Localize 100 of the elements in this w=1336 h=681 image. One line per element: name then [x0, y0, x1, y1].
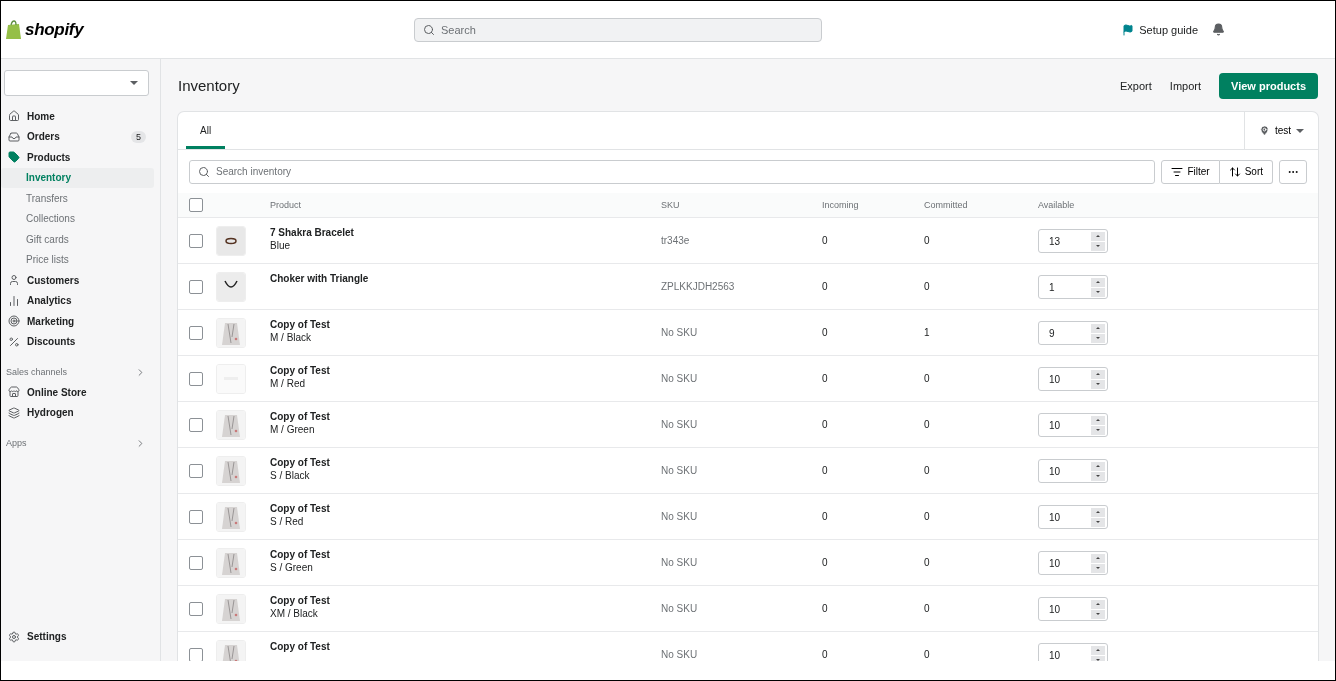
- search-field[interactable]: Search: [414, 17, 822, 42]
- available-input[interactable]: 10: [1038, 413, 1108, 437]
- product-name[interactable]: Copy of Test: [270, 319, 661, 330]
- tag-icon: [8, 151, 20, 164]
- nav-item[interactable]: Analytics: [1, 290, 154, 311]
- column-header: Available: [1038, 200, 1076, 210]
- column-header: SKU: [661, 200, 681, 210]
- variant-name: S / Black: [270, 470, 311, 481]
- product-name[interactable]: Copy of Test: [270, 365, 661, 376]
- setup-guide-link[interactable]: Setup guide: [1122, 23, 1198, 36]
- committed-cell-text: 0: [924, 602, 931, 614]
- tab[interactable]: All: [186, 112, 226, 149]
- available-input[interactable]: 1: [1038, 275, 1108, 299]
- sku-cell-text: No SKU: [661, 648, 699, 660]
- product-name[interactable]: 7 Shakra Bracelet: [270, 227, 661, 238]
- row-checkbox[interactable]: [189, 555, 203, 570]
- product-name[interactable]: Copy of Test: [270, 595, 661, 606]
- available-input[interactable]: 10: [1038, 643, 1108, 661]
- nav-item[interactable]: Products: [1, 147, 154, 168]
- committed-cell-text: 1: [924, 326, 931, 338]
- filter-button[interactable]: Filter: [1161, 159, 1220, 184]
- view-products-button[interactable]: View products: [1219, 72, 1318, 99]
- nav-subitem[interactable]: Transfers: [1, 188, 154, 209]
- incoming-cell-text: 0: [822, 280, 829, 292]
- product-name[interactable]: Choker with Triangle: [270, 273, 661, 284]
- pin-icon: [1258, 125, 1270, 136]
- variant-name: S / Red: [270, 516, 305, 527]
- select-all-checkbox[interactable]: [189, 198, 203, 212]
- row-checkbox[interactable]: [189, 417, 203, 432]
- committed-cell-text: 0: [924, 234, 931, 246]
- nav-item[interactable]: Orders 5: [1, 126, 154, 147]
- row-checkbox[interactable]: [189, 463, 203, 478]
- sort-button[interactable]: Sort: [1219, 159, 1273, 184]
- settings-item[interactable]: Settings: [1, 626, 154, 647]
- row-checkbox[interactable]: [189, 279, 203, 294]
- count-badge: 5: [131, 130, 146, 143]
- row-checkbox[interactable]: [189, 371, 203, 386]
- action-button[interactable]: Import: [1165, 73, 1205, 98]
- row-checkbox[interactable]: [189, 325, 203, 340]
- available-input[interactable]: 10: [1038, 505, 1108, 529]
- available-input[interactable]: 10: [1038, 367, 1108, 391]
- nav-item[interactable]: Discounts: [1, 331, 154, 352]
- page-title: Inventory: [178, 77, 240, 94]
- incoming-cell-text: 0: [822, 234, 829, 246]
- nav-item[interactable]: Marketing: [1, 311, 154, 332]
- home-icon: [8, 110, 20, 123]
- incoming-cell-text: 0: [822, 556, 829, 568]
- sku-cell-text: No SKU: [661, 510, 699, 522]
- more-button[interactable]: [1279, 159, 1307, 184]
- available-input[interactable]: 13: [1038, 229, 1108, 253]
- nav-subitem[interactable]: Price lists: [1, 249, 154, 270]
- sku-cell-text: ZPLKKJDH2563: [661, 280, 736, 292]
- incoming-cell-text: 0: [822, 464, 829, 476]
- committed-cell-text: 0: [924, 648, 931, 660]
- row-checkbox[interactable]: [189, 601, 203, 616]
- nav-subitem[interactable]: Gift cards: [1, 229, 154, 250]
- target-icon: [8, 315, 20, 328]
- action-button[interactable]: Export: [1116, 73, 1156, 98]
- product-name[interactable]: Copy of Test: [270, 549, 661, 560]
- flag-icon: [1122, 23, 1135, 36]
- product-name[interactable]: Copy of Test: [270, 411, 661, 422]
- search-icon: [198, 165, 210, 178]
- notifications-icon[interactable]: [1212, 23, 1225, 36]
- location-select[interactable]: test: [1243, 112, 1318, 149]
- sku-cell-text: No SKU: [661, 326, 699, 338]
- committed-cell-text: 0: [924, 464, 931, 476]
- sku-cell-text: No SKU: [661, 464, 699, 476]
- available-input[interactable]: 10: [1038, 459, 1108, 483]
- available-input[interactable]: 10: [1038, 597, 1108, 621]
- orders-icon: [8, 130, 20, 143]
- nav-item[interactable]: Online Store: [1, 382, 154, 403]
- incoming-cell-text: 0: [822, 326, 829, 338]
- nav-item[interactable]: Hydrogen: [1, 402, 154, 423]
- variant-name: M / Green: [270, 424, 316, 435]
- product-name[interactable]: Copy of Test: [270, 457, 661, 468]
- store-select[interactable]: [4, 70, 149, 96]
- nav-subitem[interactable]: Inventory: [1, 167, 154, 188]
- incoming-cell-text: 0: [822, 602, 829, 614]
- committed-cell-text: 0: [924, 510, 931, 522]
- search-field[interactable]: Search inventory: [189, 159, 1156, 184]
- row-checkbox[interactable]: [189, 509, 203, 524]
- nav-subitem[interactable]: Collections: [1, 208, 154, 229]
- row-checkbox[interactable]: [189, 647, 203, 661]
- variant-name: M / Red: [270, 378, 306, 389]
- sku-cell-text: No SKU: [661, 372, 699, 384]
- variant-name: M / Black: [270, 332, 313, 343]
- nav-item[interactable]: Customers: [1, 270, 154, 291]
- product-name[interactable]: Copy of Test: [270, 641, 661, 652]
- logo-text: shopify: [25, 19, 84, 40]
- variant-name: XM / Black: [270, 608, 319, 619]
- sku-cell-text: No SKU: [661, 602, 699, 614]
- row-checkbox[interactable]: [189, 233, 203, 248]
- section-heading: Sales channels: [6, 367, 68, 377]
- incoming-cell-text: 0: [822, 648, 829, 660]
- nav-item[interactable]: Home: [1, 106, 154, 127]
- available-input[interactable]: 10: [1038, 551, 1108, 575]
- available-input[interactable]: 9: [1038, 321, 1108, 345]
- committed-cell-text: 0: [924, 418, 931, 430]
- product-name[interactable]: Copy of Test: [270, 503, 661, 514]
- sku-cell-text: No SKU: [661, 556, 699, 568]
